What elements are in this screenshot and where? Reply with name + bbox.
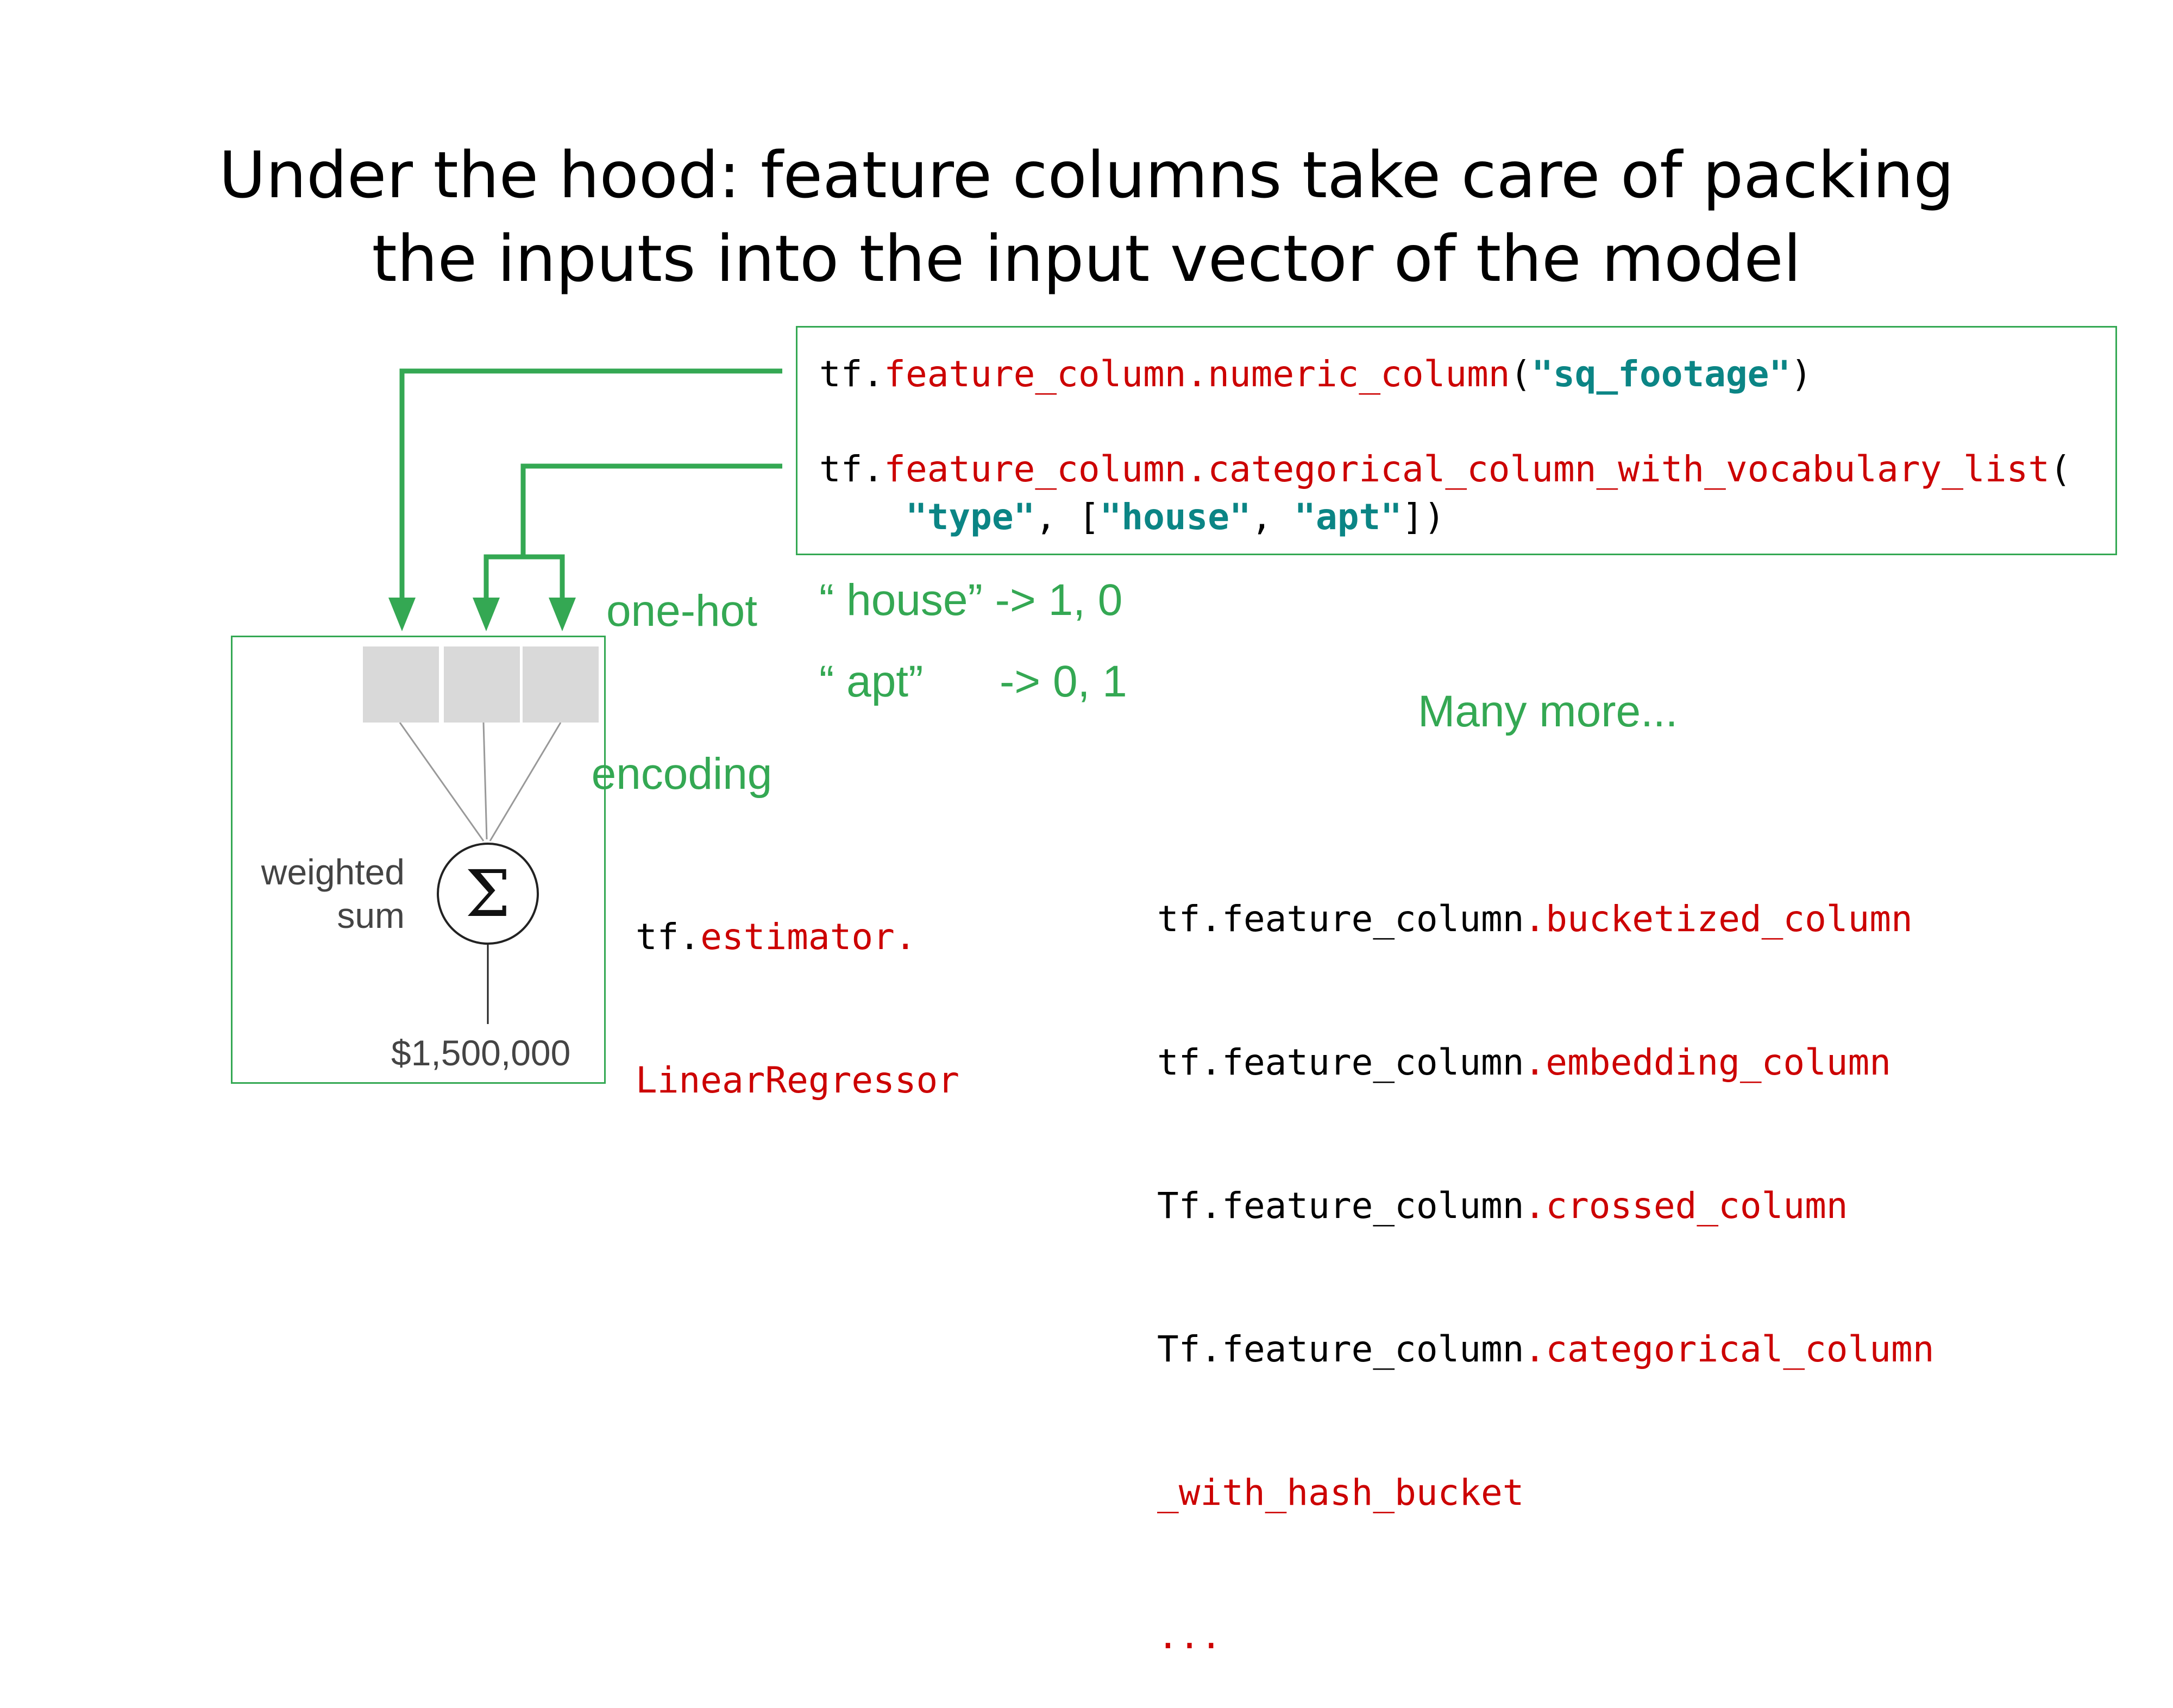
many-more-heading: Many more... bbox=[1418, 687, 1678, 736]
prediction-output: $1,500,000 bbox=[391, 1033, 571, 1073]
one-hot-encoding-label: one-hot encoding bbox=[573, 475, 790, 856]
code-line-numeric: tf.feature_column.numeric_column("sq_foo… bbox=[819, 353, 1812, 395]
more-column-item: Tf.feature_column.crossed_column bbox=[1157, 1185, 1848, 1227]
encoding-example-house: “ house” -> 1, 0 bbox=[819, 575, 1123, 625]
one-hot-label-line-1: one-hot bbox=[606, 586, 758, 636]
input-vector-cell-house bbox=[444, 646, 520, 723]
one-hot-label-line-2: encoding bbox=[591, 749, 773, 799]
more-column-item: Tf.feature_column.categorical_column bbox=[1157, 1328, 1935, 1370]
estimator-line-2: LinearRegressor bbox=[636, 1059, 960, 1101]
weighted-sum-line-2: sum bbox=[337, 895, 405, 935]
encoding-example-apt-value: -> 0, 1 bbox=[1000, 657, 1127, 706]
weighted-sum-line-1: weighted bbox=[261, 852, 405, 892]
code-line-categorical: tf.feature_column.categorical_column_wit… bbox=[819, 448, 2071, 490]
more-column-ellipsis: ... bbox=[1157, 1615, 1222, 1657]
more-column-item: tf.feature_column.embedding_column bbox=[1157, 1041, 1892, 1083]
input-vector-cell-numeric bbox=[363, 646, 439, 723]
more-feature-columns-list: tf.feature_column.bucketized_column tf.f… bbox=[1157, 800, 1935, 1708]
weighted-sum-label: weighted sum bbox=[242, 850, 405, 937]
arrow-head-numeric bbox=[388, 598, 416, 631]
sigma-symbol: Σ bbox=[465, 856, 511, 931]
code-line-vocabulary: "type", ["house", "apt"]) bbox=[905, 496, 1446, 538]
one-hot-split-connector bbox=[483, 554, 565, 600]
more-column-continuation: _with_hash_bucket bbox=[1157, 1472, 1524, 1514]
estimator-name: tf.estimator. LinearRegressor bbox=[636, 818, 959, 1152]
arrow-head-one-hot-right bbox=[549, 598, 576, 631]
input-vector-cell-apt bbox=[523, 646, 599, 723]
encoding-example-apt-key: “ apt” bbox=[819, 657, 924, 706]
more-column-item: tf.feature_column.bucketized_column bbox=[1157, 898, 1913, 940]
arrow-head-one-hot-left bbox=[473, 598, 500, 631]
estimator-line-1: tf.estimator. bbox=[636, 916, 916, 958]
